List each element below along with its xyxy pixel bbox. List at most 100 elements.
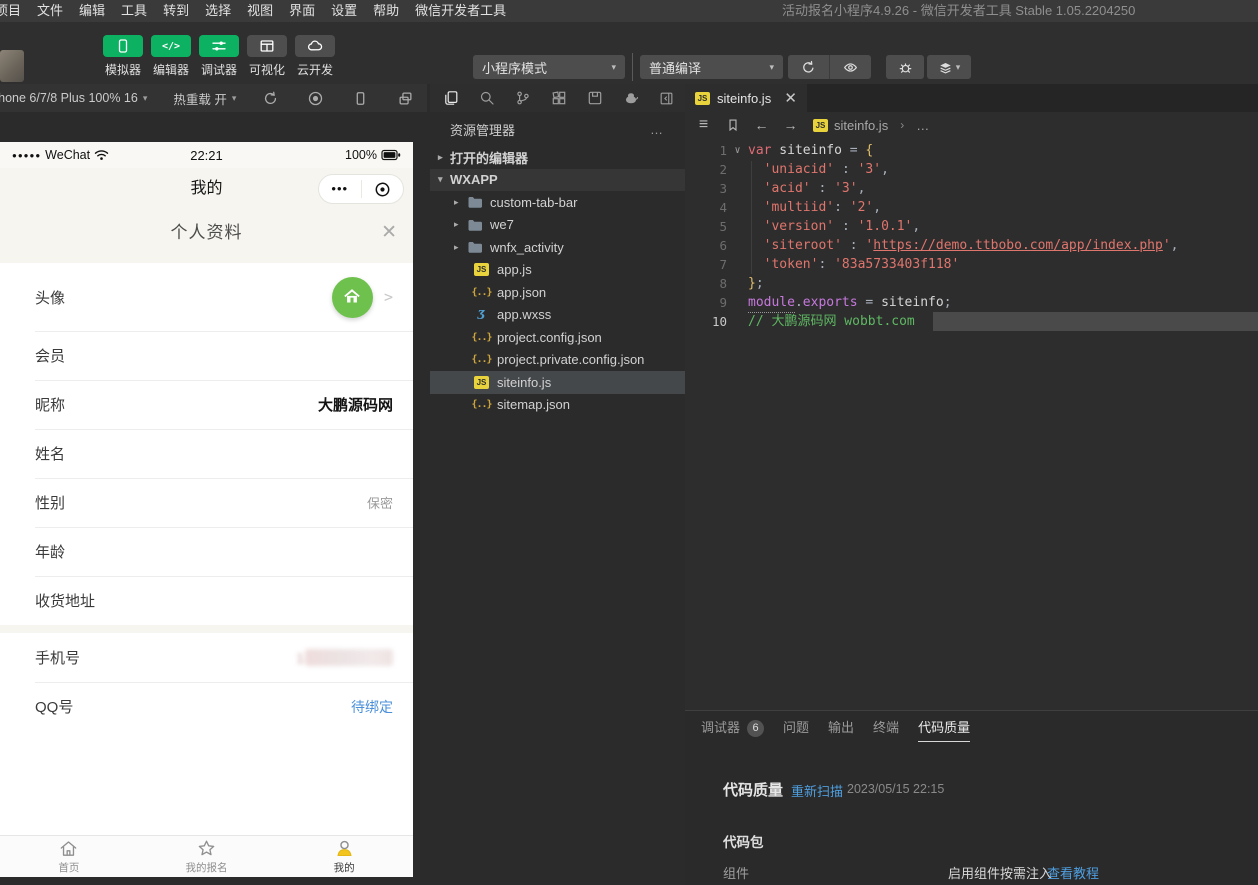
- tree-item-app.json[interactable]: {..}app.json: [430, 281, 685, 304]
- profile-row-qq[interactable]: QQ号待绑定: [0, 682, 413, 731]
- profile-row-nickname[interactable]: 昵称大鹏源码网: [0, 380, 413, 429]
- more-menu-button[interactable]: •••: [319, 176, 361, 202]
- code-line-2[interactable]: 2 'uniacid' : '3',: [685, 160, 1258, 179]
- mode-dropdown[interactable]: 小程序模式 ▾: [473, 55, 625, 79]
- home-icon: [58, 838, 79, 859]
- cloud-dev-button[interactable]: 云开发: [295, 35, 335, 78]
- hot-reload-toggle[interactable]: 热重载 开 ▾: [173, 89, 236, 108]
- tree-item-app.wxss[interactable]: Ʒapp.wxss: [430, 304, 685, 327]
- device-frame-icon[interactable]: [353, 91, 368, 106]
- panel-tab-code-quality[interactable]: 代码质量: [918, 711, 970, 745]
- menu-item-select[interactable]: 选择: [197, 0, 239, 22]
- chevron-down-icon: ▾: [769, 62, 774, 73]
- rescan-link[interactable]: 重新扫描: [791, 781, 843, 800]
- menu-item-settings[interactable]: 设置: [323, 0, 365, 22]
- search-icon[interactable]: [479, 90, 495, 106]
- profile-row-gender[interactable]: 性别保密: [0, 478, 413, 527]
- profile-row-member[interactable]: 会员: [0, 331, 413, 380]
- tree-label: app.json: [497, 285, 546, 300]
- tree-item-app.js[interactable]: JSapp.js: [430, 259, 685, 282]
- tree-item-sitemap.json[interactable]: {..}sitemap.json: [430, 394, 685, 417]
- menu-item-edit[interactable]: 编辑: [71, 0, 113, 22]
- package-icon[interactable]: [587, 90, 603, 106]
- editor-button[interactable]: </>编辑器: [151, 35, 191, 78]
- close-icon[interactable]: ✕: [381, 212, 397, 254]
- code-line-10[interactable]: 10// 大鹏源码网 wobbt.com: [685, 312, 1258, 331]
- profile-row-phone[interactable]: 手机号1: [0, 633, 413, 682]
- panel-tab-debugger[interactable]: 调试器6: [701, 711, 764, 745]
- code-line-4[interactable]: 4 'multiid': '2',: [685, 198, 1258, 217]
- explorer-header: 资源管理器 …: [430, 112, 685, 146]
- code-line-5[interactable]: 5 'version' : '1.0.1',: [685, 217, 1258, 236]
- panel-tab-label: 输出: [828, 711, 854, 745]
- files-icon[interactable]: [443, 90, 459, 106]
- panel-tab-problems[interactable]: 问题: [783, 711, 809, 745]
- tab-mine[interactable]: 我的: [275, 836, 413, 877]
- record-icon[interactable]: [308, 91, 323, 106]
- navigate-forward-icon[interactable]: →: [776, 117, 805, 133]
- tree-item-siteinfo.js[interactable]: JSsiteinfo.js: [430, 371, 685, 394]
- toolbar-divider: [632, 53, 633, 81]
- code-line-7[interactable]: 7 'token': '83a5733403f118': [685, 255, 1258, 274]
- breadcrumb[interactable]: JS siteinfo.js › …: [813, 118, 929, 133]
- code-line-8[interactable]: 8};: [685, 274, 1258, 293]
- profile-row-address[interactable]: 收货地址: [0, 576, 413, 625]
- visualization-button[interactable]: 可视化: [247, 35, 287, 78]
- rotate-icon[interactable]: [263, 91, 278, 106]
- avatar-image[interactable]: [332, 277, 373, 318]
- tab-siteinfo-js[interactable]: JS siteinfo.js ✕: [685, 84, 807, 112]
- panel-tab-terminal[interactable]: 终端: [873, 711, 899, 745]
- code-line-1[interactable]: 1∨var siteinfo = {: [685, 141, 1258, 160]
- more-actions-icon[interactable]: …: [650, 122, 665, 137]
- collapse-sidebar-icon[interactable]: [659, 91, 674, 106]
- debugger-button[interactable]: 调试器: [199, 35, 239, 78]
- tree-item-custom-tab-bar[interactable]: ▸custom-tab-bar: [430, 191, 685, 214]
- close-minimize-button[interactable]: [362, 181, 404, 198]
- code-line-3[interactable]: 3 'acid' : '3',: [685, 179, 1258, 198]
- breadcrumb-more: …: [916, 118, 929, 133]
- tree-item-wnfx_activity[interactable]: ▸wnfx_activity: [430, 236, 685, 259]
- menu-item-go[interactable]: 转到: [155, 0, 197, 22]
- tree-item-we7[interactable]: ▸we7: [430, 214, 685, 237]
- menu-item-project[interactable]: 项目: [0, 0, 29, 22]
- tree-label: we7: [490, 217, 514, 232]
- menu-item-devtools[interactable]: 微信开发者工具: [407, 0, 514, 22]
- tutorial-link[interactable]: 查看教程: [1047, 863, 1099, 882]
- close-tab-icon[interactable]: ✕: [784, 89, 797, 107]
- tree-item-project.config.json[interactable]: {..}project.config.json: [430, 326, 685, 349]
- float-window-icon[interactable]: [398, 91, 413, 106]
- device-selector[interactable]: iPhone 6/7/8 Plus 100% 16 ▾: [0, 91, 147, 105]
- tab-my-registrations[interactable]: 我的报名: [138, 836, 276, 877]
- menu-item-interface[interactable]: 界面: [281, 0, 323, 22]
- signal-dots-icon: ●●●●●: [12, 151, 41, 160]
- compile-mode-dropdown[interactable]: 普通编译 ▾: [640, 55, 783, 79]
- extensions-icon[interactable]: [551, 90, 567, 106]
- code-line-9[interactable]: 9module.exports = siteinfo;: [685, 293, 1258, 312]
- profile-row-age[interactable]: 年龄: [0, 527, 413, 576]
- profile-row-realname[interactable]: 姓名: [0, 429, 413, 478]
- bookmark-icon[interactable]: [718, 118, 747, 132]
- json-file-icon: {..}: [473, 354, 490, 365]
- tree-item-project.private.config.json[interactable]: {..} project.private.config.json: [430, 349, 685, 372]
- tab-home[interactable]: 首页: [0, 836, 138, 877]
- simulator-button[interactable]: 模拟器: [103, 35, 143, 78]
- tree-section-open-editors[interactable]: ▸打开的编辑器: [430, 146, 685, 169]
- source-control-icon[interactable]: [515, 90, 531, 106]
- user-avatar[interactable]: [0, 50, 24, 82]
- teapot-icon[interactable]: [623, 90, 639, 106]
- tree-label: wnfx_activity: [490, 240, 564, 255]
- menu-item-tools[interactable]: 工具: [113, 0, 155, 22]
- profile-row-avatar[interactable]: 头像>: [0, 263, 413, 331]
- phone-value: 1: [296, 650, 304, 666]
- menu-item-help[interactable]: 帮助: [365, 0, 407, 22]
- tree-section-wxapp[interactable]: ▾WXAPP: [430, 169, 685, 192]
- panel-tab-output[interactable]: 输出: [828, 711, 854, 745]
- js-file-icon: JS: [473, 376, 490, 389]
- navigate-back-icon[interactable]: ←: [747, 117, 776, 133]
- code-line-6[interactable]: 6 'siteroot' : 'https://demo.ttbobo.com/…: [685, 236, 1258, 255]
- tree-label: project.private.config.json: [497, 352, 644, 367]
- code-area[interactable]: 1∨var siteinfo = {2 'uniacid' : '3',3 'a…: [685, 138, 1258, 710]
- menu-item-view[interactable]: 视图: [239, 0, 281, 22]
- outline-list-icon[interactable]: ≡: [689, 116, 718, 134]
- menu-item-file[interactable]: 文件: [29, 0, 71, 22]
